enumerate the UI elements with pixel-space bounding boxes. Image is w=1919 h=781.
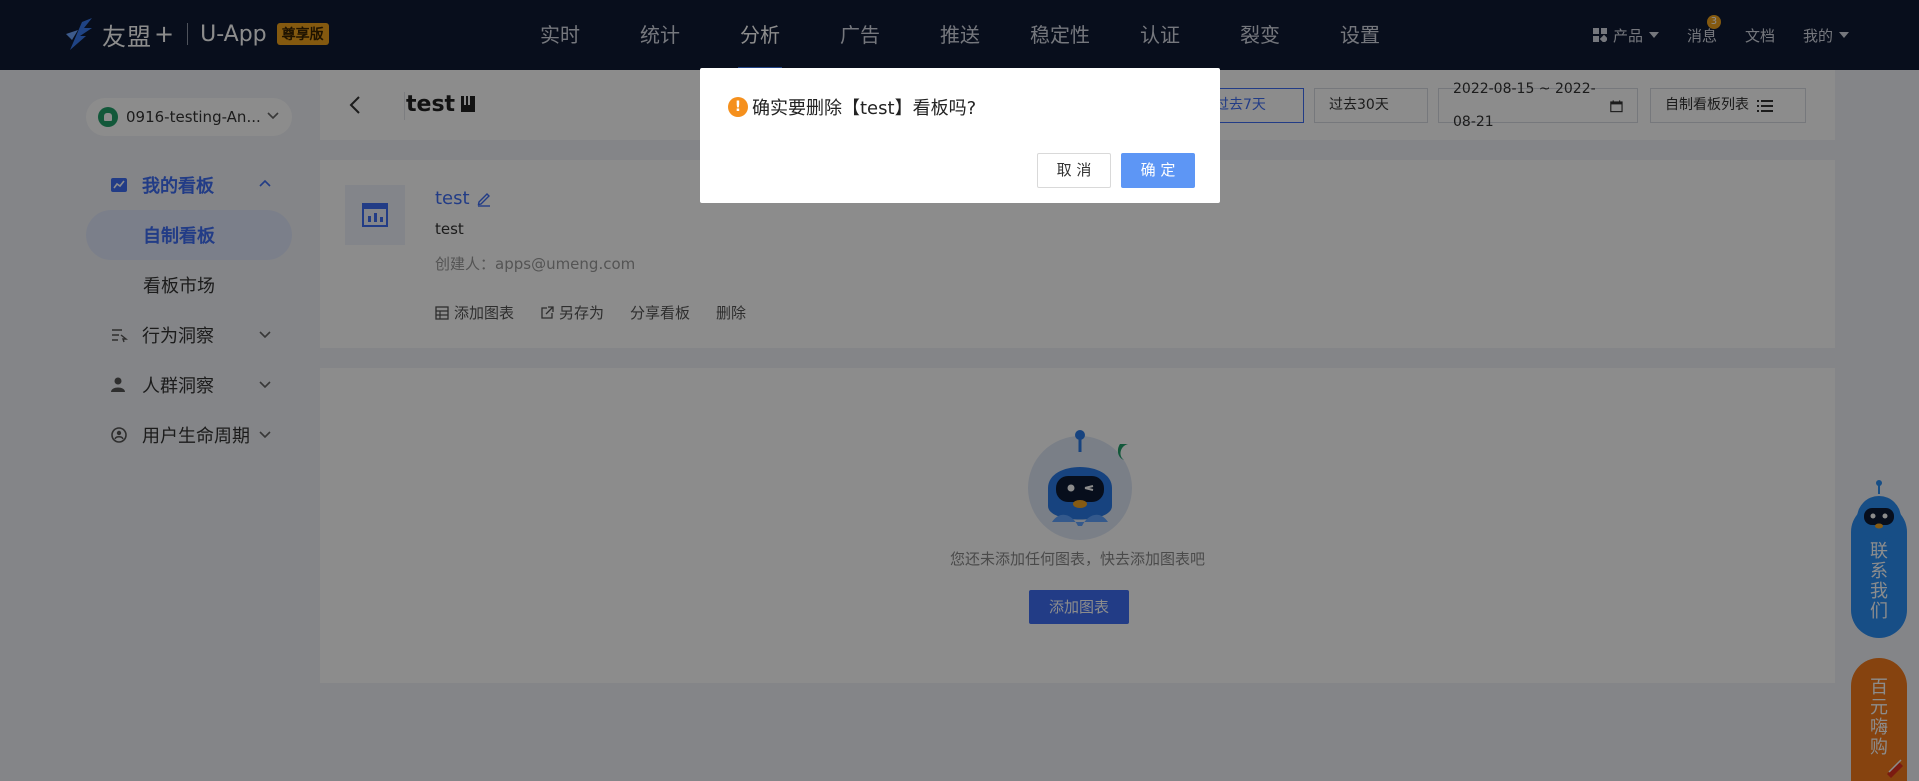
warning-icon: ! [728,97,748,117]
confirm-delete-dialog: ! 确实要删除【test】看板吗? 取 消 确 定 [700,68,1220,203]
dialog-message-text: 确实要删除【test】看板吗? [752,98,977,119]
dialog-message: ! 确实要删除【test】看板吗? [728,94,976,120]
confirm-button[interactable]: 确 定 [1121,153,1195,188]
cancel-button[interactable]: 取 消 [1037,153,1111,188]
